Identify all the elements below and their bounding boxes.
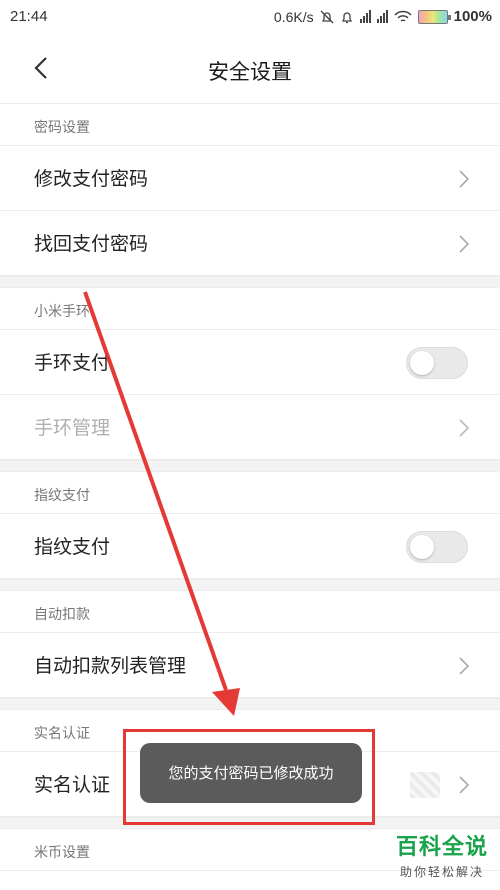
chevron-right-icon xyxy=(459,419,470,437)
signal-icon-2 xyxy=(376,10,388,23)
change-pay-password-row[interactable]: 修改支付密码 xyxy=(0,146,500,211)
watermark-logo: 百科全说 助你轻松解决 xyxy=(396,829,488,880)
section-header-fingerprint: 指纹支付 xyxy=(0,472,500,514)
group-separator xyxy=(0,579,500,591)
group-separator xyxy=(0,276,500,288)
toggle-knob xyxy=(410,351,434,375)
band-pay-row[interactable]: 手环支付 xyxy=(0,330,500,395)
row-label: 找回支付密码 xyxy=(34,233,149,255)
band-manage-row[interactable]: 手环管理 xyxy=(0,395,500,460)
row-label: 自动扣款列表管理 xyxy=(34,655,187,677)
row-label: 修改支付密码 xyxy=(34,168,149,190)
section-header-band: 小米手环 xyxy=(0,288,500,330)
band-pay-toggle[interactable] xyxy=(406,347,468,379)
chevron-right-icon xyxy=(459,170,470,188)
status-icons: 0.6K/s 100% xyxy=(274,8,492,25)
row-label: 实名认证 xyxy=(34,774,111,796)
wifi-icon xyxy=(394,10,412,22)
page-title: 安全设置 xyxy=(208,60,292,84)
row-label: 手环管理 xyxy=(34,417,111,439)
network-speed: 0.6K/s xyxy=(273,8,314,25)
status-bar: 21:44 0.6K/s 100% xyxy=(0,0,500,34)
toggle-knob xyxy=(410,535,434,559)
autodebit-list-row[interactable]: 自动扣款列表管理 xyxy=(0,633,500,698)
battery-level: 100% xyxy=(453,8,492,25)
fingerprint-pay-row[interactable]: 指纹支付 xyxy=(0,514,500,579)
toast-message: 您的支付密码已修改成功 xyxy=(140,743,362,803)
watermark-subtitle: 助你轻松解决 xyxy=(399,865,484,879)
signal-icon xyxy=(359,10,371,23)
chevron-right-icon xyxy=(459,657,470,675)
row-label: 指纹支付 xyxy=(34,536,111,558)
top-navbar: 安全设置 xyxy=(0,34,500,104)
fingerprint-pay-toggle[interactable] xyxy=(406,531,468,563)
group-separator xyxy=(0,460,500,472)
group-separator xyxy=(0,698,500,710)
section-header-password: 密码设置 xyxy=(0,104,500,146)
blurred-value xyxy=(410,772,440,798)
watermark-title: 百科全说 xyxy=(395,835,488,860)
status-time: 21:44 xyxy=(10,8,48,25)
chevron-right-icon xyxy=(459,776,470,794)
row-label: 手环支付 xyxy=(34,352,111,374)
section-header-autodebit: 自动扣款 xyxy=(0,591,500,633)
mute-alarm-icon xyxy=(320,10,334,23)
battery-icon xyxy=(417,9,451,24)
recover-pay-password-row[interactable]: 找回支付密码 xyxy=(0,211,500,276)
bell-icon xyxy=(341,11,352,23)
chevron-right-icon xyxy=(459,235,470,253)
